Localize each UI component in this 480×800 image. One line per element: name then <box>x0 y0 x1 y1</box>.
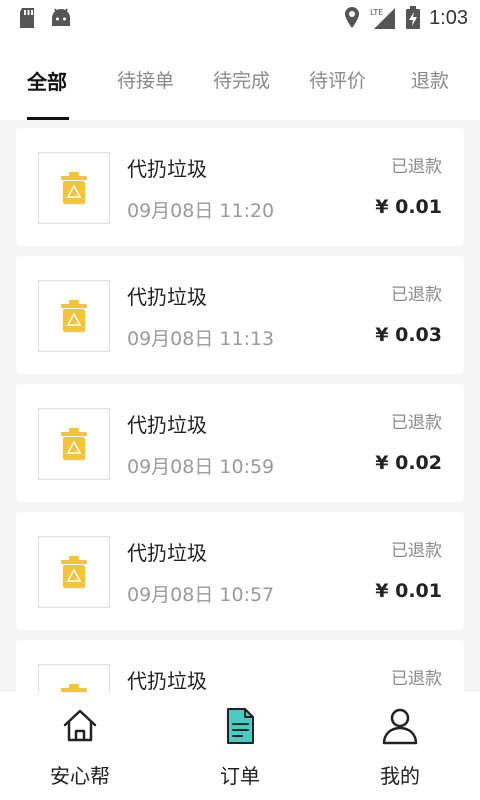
order-card[interactable]: 代扔垃圾 09月08日 10:59 已退款 ¥ 0.02 <box>16 384 464 502</box>
trash-bin-icon <box>61 684 87 692</box>
order-tabs: 全部 待接单 待完成 待评价 退款 <box>0 38 480 120</box>
tab-pending-complete[interactable]: 待完成 <box>213 66 270 93</box>
trash-bin-icon <box>61 172 87 204</box>
order-thumbnail <box>38 536 110 608</box>
order-price: ¥ 0.03 <box>375 324 442 346</box>
order-time: 09月08日 11:13 <box>127 328 275 350</box>
nav-label-profile: 我的 <box>380 764 420 788</box>
svg-text:LTE: LTE <box>370 8 383 17</box>
tab-refund[interactable]: 退款 <box>411 66 449 93</box>
nav-item-profile[interactable]: 我的 <box>340 706 460 789</box>
trash-bin-icon <box>61 300 87 332</box>
tab-pending-accept[interactable]: 待接单 <box>117 66 174 93</box>
battery-charging-icon <box>406 6 421 29</box>
clock-text: 1:03 <box>429 6 468 29</box>
tab-all[interactable]: 全部 <box>27 66 67 95</box>
nav-label-orders: 订单 <box>220 764 260 788</box>
order-thumbnail <box>38 664 110 692</box>
sd-card-icon <box>20 8 34 28</box>
order-price: ¥ 0.01 <box>375 196 442 218</box>
home-icon <box>63 709 97 742</box>
status-bar: LTE 1:03 <box>0 0 480 38</box>
order-status: 已退款 <box>391 157 442 177</box>
nav-label-home: 安心帮 <box>50 764 110 788</box>
order-card[interactable]: 代扔垃圾 已退款 <box>16 640 464 692</box>
order-list: 代扔垃圾 09月08日 11:20 已退款 ¥ 0.01 代扔垃圾 09月08日… <box>0 120 480 692</box>
order-card[interactable]: 代扔垃圾 09月08日 11:20 已退款 ¥ 0.01 <box>16 128 464 246</box>
tab-pending-review[interactable]: 待评价 <box>309 66 366 93</box>
order-status: 已退款 <box>391 285 442 305</box>
order-status: 已退款 <box>391 413 442 433</box>
android-icon <box>52 8 70 26</box>
document-icon <box>227 708 254 744</box>
order-card[interactable]: 代扔垃圾 09月08日 10:57 已退款 ¥ 0.01 <box>16 512 464 630</box>
order-price: ¥ 0.01 <box>375 580 442 602</box>
trash-bin-icon <box>61 428 87 460</box>
order-title: 代扔垃圾 <box>127 285 207 309</box>
nav-item-home[interactable]: 安心帮 <box>20 706 140 789</box>
order-card[interactable]: 代扔垃圾 09月08日 11:13 已退款 ¥ 0.03 <box>16 256 464 374</box>
order-time: 09月08日 11:20 <box>127 200 275 222</box>
location-icon <box>345 7 360 28</box>
nav-item-orders[interactable]: 订单 <box>180 706 300 789</box>
user-icon <box>382 708 418 745</box>
order-thumbnail <box>38 280 110 352</box>
order-status: 已退款 <box>391 669 442 689</box>
lte-signal-icon: LTE <box>370 8 396 29</box>
trash-bin-icon <box>61 556 87 588</box>
order-title: 代扔垃圾 <box>127 413 207 437</box>
order-thumbnail <box>38 152 110 224</box>
order-time: 09月08日 10:57 <box>127 584 275 606</box>
order-time: 09月08日 10:59 <box>127 456 275 478</box>
order-price: ¥ 0.02 <box>375 452 442 474</box>
order-thumbnail <box>38 408 110 480</box>
bottom-nav: 安心帮 订单 我的 <box>0 692 480 800</box>
order-title: 代扔垃圾 <box>127 157 207 181</box>
order-title: 代扔垃圾 <box>127 541 207 565</box>
order-title: 代扔垃圾 <box>127 669 207 692</box>
order-status: 已退款 <box>391 541 442 561</box>
